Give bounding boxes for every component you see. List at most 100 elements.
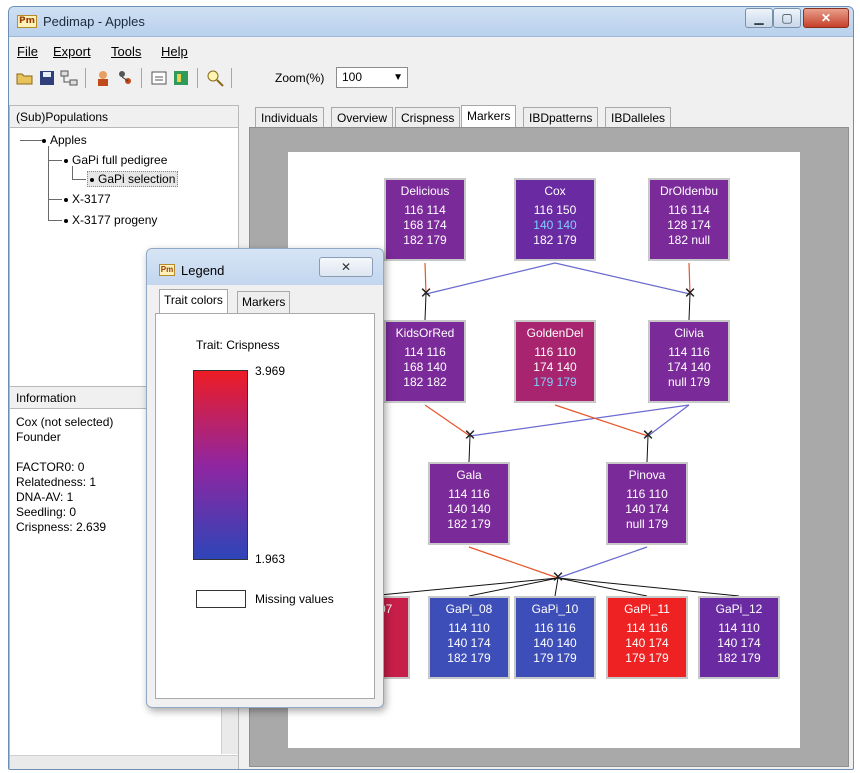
individual-node-gapi_10[interactable]: GaPi_10 116 116 140 140 179 179 bbox=[514, 596, 596, 679]
individual-name: Delicious bbox=[400, 184, 450, 198]
individual-node-pinova[interactable]: Pinova 116 110 140 174 null 179 bbox=[606, 462, 688, 545]
pedigree-line bbox=[469, 404, 690, 437]
legend-title: Legend bbox=[181, 263, 225, 278]
individual-name: GaPi_12 bbox=[715, 602, 763, 616]
individual-name: GaPi_11 bbox=[624, 602, 670, 616]
legend-title-bar: Pm Legend ✕ bbox=[147, 249, 383, 285]
marker-alleles: 114 116 bbox=[626, 621, 668, 635]
individual-node-droldenbu[interactable]: DrOldenbu 116 114 128 174 182 null bbox=[648, 178, 730, 261]
tree-item-x3177[interactable]: X-3177 bbox=[64, 192, 111, 206]
marker-alleles: 128 174 bbox=[667, 218, 711, 232]
individual-node-clivia[interactable]: Clivia 114 116 174 140 null 179 bbox=[648, 320, 730, 403]
tab-ibdalleles[interactable]: IBDalleles bbox=[605, 107, 672, 127]
legend-close-button[interactable]: ✕ bbox=[319, 257, 373, 277]
chevron-down-icon: ▼ bbox=[393, 72, 403, 83]
individual-node-gapi_11[interactable]: GaPi_11 114 116 140 174 179 179 bbox=[606, 596, 688, 679]
save-icon[interactable] bbox=[37, 68, 57, 88]
marker-alleles: 114 110 bbox=[718, 621, 760, 635]
tree-item-x3177-progeny[interactable]: X-3177 progeny bbox=[64, 213, 157, 227]
marker-alleles: 140 174 bbox=[717, 636, 761, 650]
marker-alleles: 116 114 bbox=[668, 203, 710, 217]
pedigree-line bbox=[557, 577, 648, 597]
info-horizontal-scrollbar[interactable] bbox=[10, 755, 238, 769]
marker-alleles: 182 179 bbox=[717, 651, 761, 665]
chart-icon[interactable] bbox=[171, 68, 191, 88]
marker-alleles: 114 116 bbox=[448, 487, 490, 501]
individual-name: DrOldenbu bbox=[659, 184, 719, 198]
marker-alleles: 116 150 bbox=[533, 203, 577, 217]
pedigree-line bbox=[554, 404, 649, 437]
menu-tools[interactable]: Tools bbox=[111, 44, 141, 59]
menu-file[interactable]: File bbox=[17, 44, 38, 59]
mating-node-icon: ✕ bbox=[641, 427, 655, 444]
individual-name: GoldenDel bbox=[526, 326, 584, 340]
info-line: Relatedness: 1 bbox=[16, 475, 97, 489]
zoom-select[interactable]: 100 ▼ bbox=[336, 67, 408, 88]
properties-icon[interactable] bbox=[149, 68, 169, 88]
pedigree-line bbox=[554, 262, 691, 295]
marker-alleles: 140 140 bbox=[447, 502, 491, 516]
pedimap-logo: Pm bbox=[159, 264, 175, 276]
pedigree-icon[interactable] bbox=[115, 68, 135, 88]
marker-alleles: 140 140 bbox=[533, 636, 577, 650]
marker-alleles: 182 179 bbox=[403, 233, 447, 247]
menu-export[interactable]: Export bbox=[53, 44, 91, 59]
view-tabs: Individuals Overview Crispness Markers I… bbox=[249, 105, 849, 127]
individual-node-gala[interactable]: Gala 114 116 140 140 182 179 bbox=[428, 462, 510, 545]
zoom-label: Zoom(%) bbox=[275, 71, 325, 85]
info-line: Crispness: 2.639 bbox=[16, 520, 107, 534]
marker-alleles: 116 110 bbox=[626, 487, 668, 501]
marker-alleles: 179 179 bbox=[533, 651, 577, 665]
marker-alleles: 168 174 bbox=[403, 218, 447, 232]
tree-item-gapi-full-pedigree[interactable]: GaPi full pedigree bbox=[64, 153, 167, 167]
tab-legend-markers[interactable]: Markers bbox=[237, 291, 291, 313]
individual-name: Cox bbox=[544, 184, 566, 198]
marker-alleles: 116 116 bbox=[534, 621, 576, 635]
info-line: Cox (not selected) bbox=[16, 415, 114, 429]
tab-individuals[interactable]: Individuals bbox=[255, 107, 324, 127]
individual-name: Pinova bbox=[628, 468, 666, 482]
network-icon[interactable] bbox=[59, 68, 79, 88]
individual-name: GaPi_10 bbox=[531, 602, 579, 616]
individual-node-kidsorred[interactable]: KidsOrRed 114 116 168 140 182 182 bbox=[384, 320, 466, 403]
trait-max-value: 3.969 bbox=[255, 364, 286, 378]
pedigree-line bbox=[557, 577, 740, 597]
individual-node-delicious[interactable]: Delicious 116 114 168 174 182 179 bbox=[384, 178, 466, 261]
close-button[interactable]: ✕ bbox=[803, 8, 849, 28]
toolbar: Zoom(%) 100 ▼ bbox=[9, 63, 853, 93]
tree-item-gapi-selection[interactable]: GaPi selection bbox=[87, 171, 179, 187]
person-icon[interactable] bbox=[93, 68, 113, 88]
menu-help[interactable]: Help bbox=[161, 44, 188, 59]
marker-alleles: 140 174 bbox=[447, 636, 491, 650]
marker-alleles: 182 179 bbox=[447, 651, 491, 665]
search-icon[interactable] bbox=[205, 68, 225, 88]
individual-node-cox[interactable]: Cox 116 150 140 140 182 179 bbox=[514, 178, 596, 261]
tab-overview[interactable]: Overview bbox=[331, 107, 394, 127]
maximize-button[interactable]: ▢ bbox=[773, 8, 801, 28]
missing-values-label: Missing values bbox=[255, 592, 334, 606]
marker-alleles: 140 174 bbox=[625, 636, 669, 650]
marker-alleles: 182 null bbox=[667, 233, 711, 247]
individual-node-gapi_12[interactable]: GaPi_12 114 110 140 174 182 179 bbox=[698, 596, 780, 679]
mating-node-icon: ✕ bbox=[683, 285, 697, 302]
pedigree-line bbox=[425, 262, 556, 295]
individual-node-goldendel[interactable]: GoldenDel 116 110 174 140 179 179 bbox=[514, 320, 596, 403]
individual-node-gapi_08[interactable]: GaPi_08 114 110 140 174 182 179 bbox=[428, 596, 510, 679]
main-window: Pm Pedimap - Apples ▁ ▢ ✕ File Export To… bbox=[8, 6, 854, 770]
trait-min-value: 1.963 bbox=[255, 552, 286, 566]
trait-label: Trait: Crispness bbox=[196, 338, 280, 352]
tree-item-apples[interactable]: Apples bbox=[42, 133, 87, 147]
menu-bar: File Export Tools Help bbox=[9, 41, 853, 61]
tab-crispness[interactable]: Crispness bbox=[395, 107, 461, 127]
tab-trait-colors[interactable]: Trait colors bbox=[159, 289, 228, 313]
marker-alleles: 182 179 bbox=[447, 517, 491, 531]
open-folder-icon[interactable] bbox=[15, 68, 35, 88]
marker-alleles: 116 114 bbox=[404, 203, 446, 217]
legend-body: Trait: Crispness 3.969 1.963 Missing val… bbox=[155, 313, 375, 699]
pedigree-line bbox=[368, 577, 559, 597]
tab-markers[interactable]: Markers bbox=[461, 105, 517, 127]
individual-name: GaPi_08 bbox=[445, 602, 493, 616]
tab-ibdpatterns[interactable]: IBDpatterns bbox=[523, 107, 599, 127]
minimize-button[interactable]: ▁ bbox=[745, 8, 773, 28]
individual-name: Clivia bbox=[674, 326, 704, 340]
